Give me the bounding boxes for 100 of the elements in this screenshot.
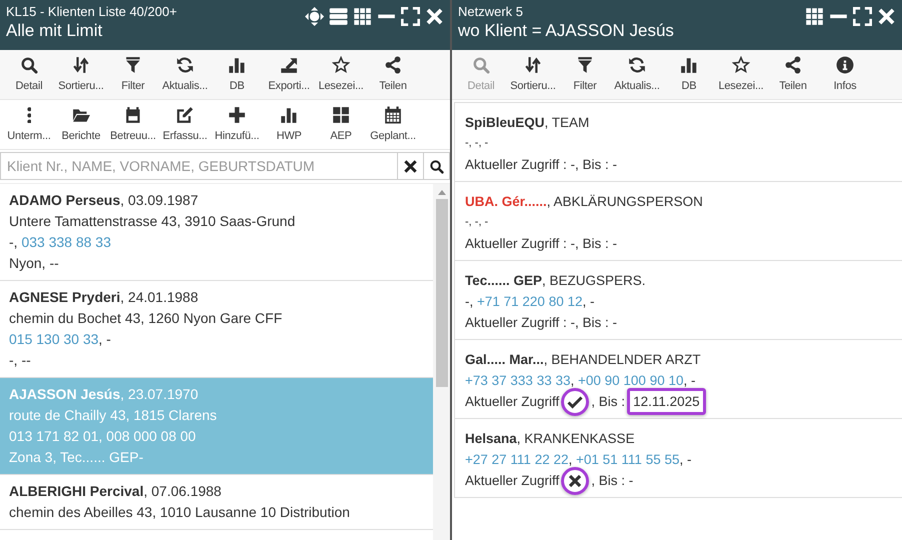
- info-line: -, --: [9, 351, 32, 370]
- filter-icon: [576, 56, 594, 74]
- info-line: chemin du Bochet 43, 1260 Nyon Gare CFF: [9, 309, 284, 328]
- access-rest: , Bis : -: [591, 472, 634, 490]
- toolbar-button[interactable]: Lesezei...: [715, 54, 767, 99]
- scrollbar[interactable]: [433, 184, 450, 540]
- toolbar-button[interactable]: Exporti...: [263, 54, 315, 99]
- panel-subtitle: wo Klient = AJASSON Jesús: [458, 20, 674, 42]
- contact-heading: Tec...... GEP, BEZUGSPERS.: [465, 272, 647, 290]
- star-icon: [332, 56, 350, 74]
- apps-icon: [353, 7, 372, 26]
- sort-icon: [524, 56, 542, 74]
- search-field[interactable]: Klient Nr., NAME, VORNAME, GEBURTSDATUM: [0, 152, 398, 180]
- stack-button[interactable]: [329, 7, 348, 26]
- minimize-icon: [829, 14, 848, 19]
- minimize-icon: [377, 14, 396, 19]
- share-icon: [784, 56, 802, 74]
- contact-heading: Gal..... Mar..., BEHANDELNDER ARZT: [465, 351, 702, 369]
- toolbar-button[interactable]: DB: [663, 54, 715, 99]
- client-heading: ALBERIGHI Percival, 07.06.1988: [9, 482, 222, 501]
- access-line: Aktueller Zugriff : -, Bis : -: [465, 156, 618, 174]
- close-icon: [425, 7, 444, 26]
- toolbar-button[interactable]: Erfassu...: [159, 104, 211, 149]
- star-icon: [732, 56, 750, 74]
- toolbar-button[interactable]: DB: [211, 54, 263, 99]
- contact-card[interactable]: SpiBleuEQU, TEAM -, -, - Aktueller Zugriff : -, Bis : -: [454, 102, 902, 182]
- refresh-icon: [176, 56, 194, 74]
- fullscreen-icon: [401, 7, 420, 26]
- toolbar-button[interactable]: Unterm...: [3, 104, 55, 149]
- info-line: Nyon, --: [9, 254, 60, 273]
- info-line: chemin des Abeilles 43, 1010 Lausanne 10 Distribution: [9, 503, 351, 522]
- close-icon: [877, 7, 896, 26]
- export-icon: [280, 56, 298, 74]
- sort-icon: [72, 56, 90, 74]
- toolbar-button[interactable]: Infos: [819, 54, 871, 99]
- dots-icon: [26, 106, 32, 124]
- toolbar-button[interactable]: Teilen: [367, 54, 419, 99]
- toolbar-button[interactable]: Betreuu...: [107, 104, 159, 149]
- contact-line: +27 27 111 22 22, +01 51 111 55 55, -: [465, 451, 692, 469]
- search-icon: [20, 56, 38, 74]
- contact-heading: SpiBleuEQU, TEAM: [465, 114, 590, 132]
- edit-icon: [176, 106, 194, 124]
- search-button[interactable]: [424, 152, 450, 180]
- info-icon: [836, 56, 854, 74]
- panel-title: KL15 - Klienten Liste 40/200+: [6, 4, 177, 20]
- info-line: 013 171 82 01, 008 000 08 00: [9, 427, 197, 446]
- close-button[interactable]: [877, 7, 896, 26]
- bar-chart-icon: [680, 56, 698, 74]
- filter-icon: [124, 56, 142, 74]
- fullscreen-button[interactable]: [853, 7, 872, 26]
- apps-icon: [805, 7, 824, 26]
- access-line: Aktueller Zugriff : -, Bis : -: [465, 235, 618, 253]
- refresh-icon: [628, 56, 646, 74]
- grid-icon: [332, 106, 350, 124]
- toolbar-button[interactable]: Aktualis...: [611, 54, 663, 99]
- close-button[interactable]: [425, 7, 444, 26]
- access-label: Aktueller Zugriff: [465, 472, 560, 490]
- access-line: Aktueller Zugriff : -, Bis : -: [465, 314, 618, 332]
- clear-button[interactable]: [398, 152, 424, 180]
- fullscreen-icon: [853, 7, 872, 26]
- info-line: Untere Tamattenstrasse 43, 3910 Saas-Grund: [9, 212, 296, 231]
- contact-line: +73 37 333 33 33, +00 90 100 90 10, -: [465, 372, 696, 390]
- move-button[interactable]: [305, 7, 324, 26]
- toolbar-button[interactable]: Berichte: [55, 104, 107, 149]
- search-icon: [429, 158, 444, 174]
- search-icon: [472, 56, 490, 74]
- plus-icon: [228, 106, 246, 124]
- toolbar-button[interactable]: Geplant...: [367, 104, 419, 149]
- toolbar-button[interactable]: Sortieru...: [55, 54, 107, 99]
- bar-chart-icon: [280, 106, 298, 124]
- toolbar-button[interactable]: HWP: [263, 104, 315, 149]
- toolbar-button[interactable]: AEP: [315, 104, 367, 149]
- toolbar-button[interactable]: Hinzufü...: [211, 104, 263, 149]
- access-label: Aktueller Zugriff: [465, 393, 560, 411]
- toolbar-button[interactable]: Aktualis...: [159, 54, 211, 99]
- toolbar-button[interactable]: Filter: [107, 54, 159, 99]
- contact-line: -, 033 338 88 33: [9, 233, 112, 252]
- toolbar-button[interactable]: Detail: [3, 54, 55, 99]
- toolbar-button[interactable]: Filter: [559, 54, 611, 99]
- stack-icon: [329, 7, 348, 26]
- toolbar-button[interactable]: Sortieru...: [507, 54, 559, 99]
- calendar-icon: [124, 106, 142, 124]
- close-icon: [403, 158, 418, 174]
- apps-button[interactable]: [353, 7, 372, 26]
- client-heading: ADAMO Perseus, 03.09.1987: [9, 191, 200, 210]
- calendar-icon: [384, 106, 402, 124]
- bar-chart-icon: [228, 56, 246, 74]
- info-line: route de Chailly 43, 1815 Clarens: [9, 406, 218, 425]
- until-date: 12.11.2025: [627, 388, 706, 415]
- info-line: Zona 3, Tec...... GEP-: [9, 448, 144, 467]
- contact-heading: UBA. Gér......, ABKLÄRUNGSPERSON: [465, 193, 704, 211]
- apps-button[interactable]: [805, 7, 824, 26]
- contact-line: 015 130 30 33, -: [9, 330, 112, 349]
- fullscreen-button[interactable]: [401, 7, 420, 26]
- toolbar-button[interactable]: Lesezei...: [315, 54, 367, 99]
- share-icon: [384, 56, 402, 74]
- toolbar-button[interactable]: Teilen: [767, 54, 819, 99]
- client-heading: AGNESE Pryderi, 24.01.1988: [9, 288, 200, 307]
- panel-title: Netzwerk 5: [458, 4, 524, 20]
- client-heading: AJASSON Jesús, 23.07.1970: [9, 385, 200, 404]
